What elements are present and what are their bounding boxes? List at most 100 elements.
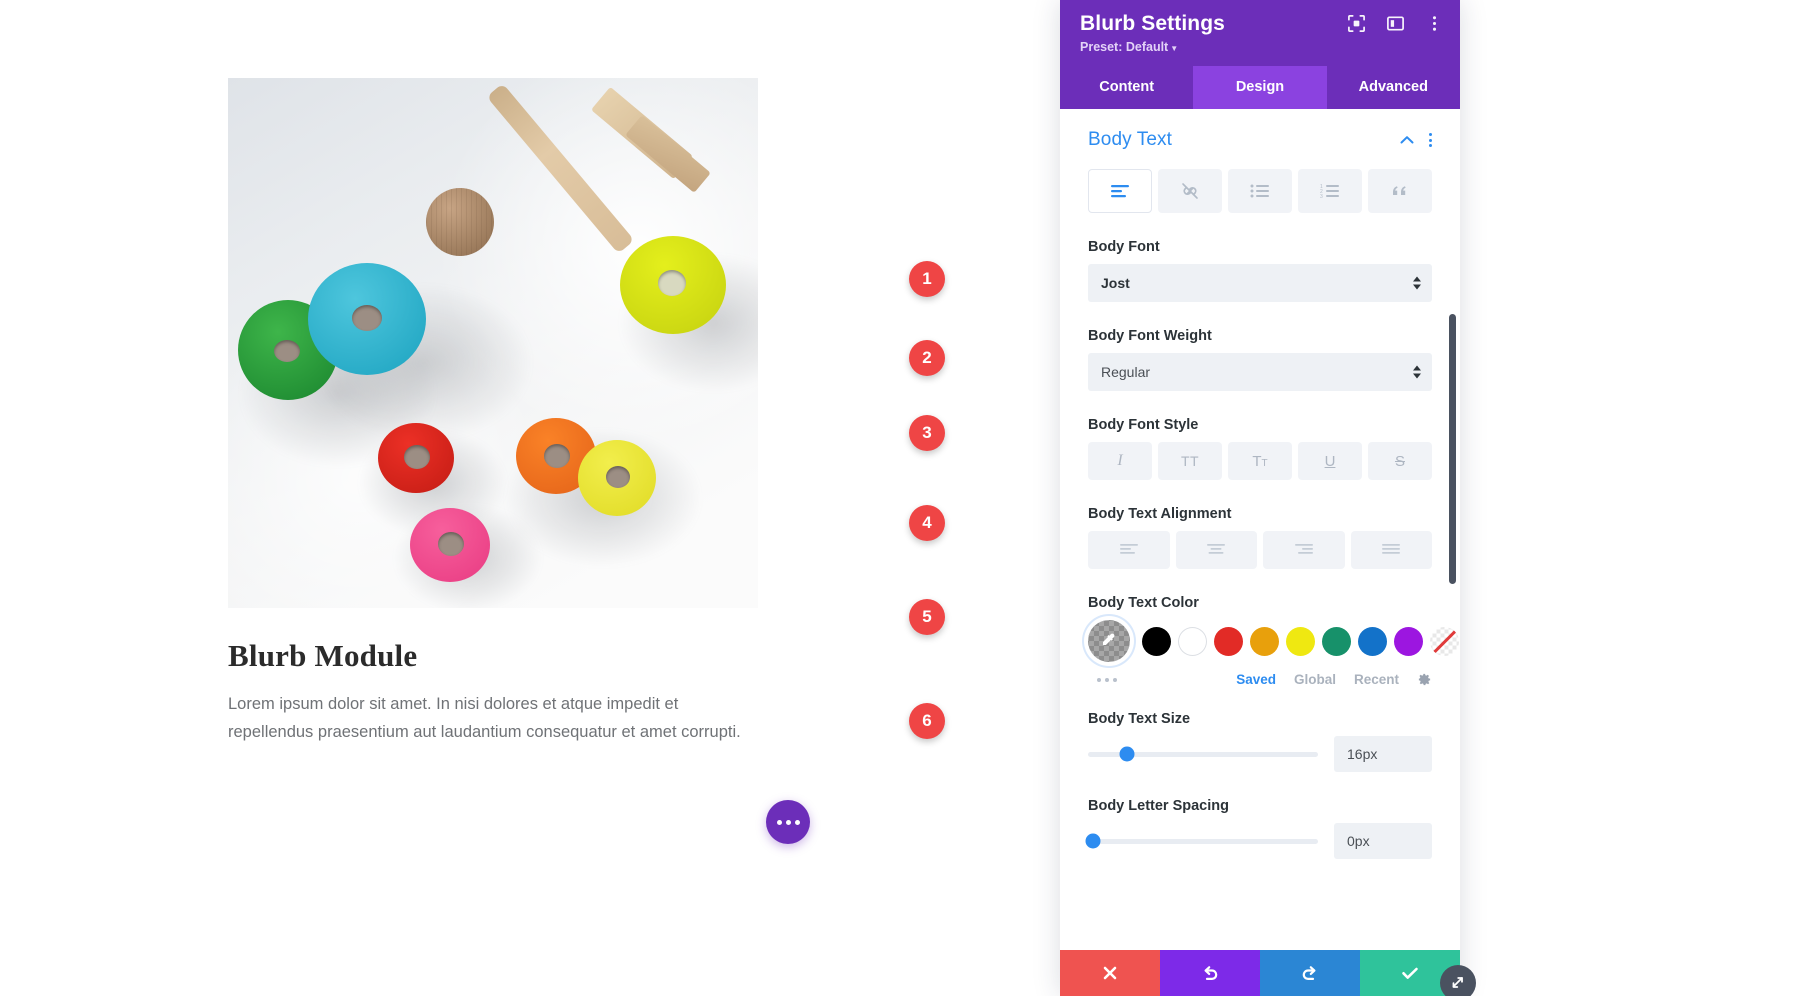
swatch-yellow[interactable] (1286, 626, 1315, 656)
module-settings-panel: Blurb Settings Preset: Default ▼ Content… (1060, 0, 1476, 996)
label-body-font-style: Body Font Style (1088, 417, 1199, 433)
ring-hole (544, 444, 570, 468)
swatch-black[interactable] (1142, 626, 1171, 656)
page-settings-fab[interactable] (766, 800, 810, 844)
eyedropper-icon (1103, 633, 1115, 645)
font-style-italic-button[interactable]: I (1088, 442, 1152, 480)
vertical-dots-icon[interactable] (1425, 14, 1444, 33)
ordered-list-icon: 1 2 3 (1320, 184, 1339, 198)
palette-tab-recent[interactable]: Recent (1354, 672, 1399, 687)
gear-icon[interactable] (1417, 672, 1432, 687)
palette-tab-global[interactable]: Global (1294, 672, 1336, 687)
slider-knob[interactable] (1085, 833, 1101, 849)
body-text-size-slider[interactable] (1088, 746, 1318, 762)
toy-ring-pink (410, 508, 490, 582)
preset-selector[interactable]: Preset: Default ▼ (1080, 40, 1178, 54)
font-style-underline-button[interactable]: U (1298, 442, 1362, 480)
swatch-green[interactable] (1322, 626, 1351, 656)
underline-icon: U (1324, 452, 1336, 470)
blurb-module[interactable]: Blurb Module Lorem ipsum dolor sit amet.… (228, 78, 758, 746)
panel-header-icons (1347, 14, 1444, 33)
callout-badge-3: 3 (909, 415, 945, 451)
close-settings-button[interactable] (1060, 950, 1160, 996)
toggle-unordered-list[interactable] (1228, 169, 1292, 213)
align-justify-icon (1382, 544, 1401, 554)
body-text-alignment-options (1088, 531, 1432, 569)
toggle-ordered-list[interactable]: 1 2 3 (1298, 169, 1362, 213)
body-font-select[interactable]: Jost (1088, 264, 1432, 302)
callout-badge-1: 1 (909, 261, 945, 297)
section-menu-icon[interactable] (1429, 133, 1432, 147)
paragraph-text-icon (1111, 185, 1129, 198)
ring-hole (404, 445, 430, 469)
stepper-icon (1413, 276, 1421, 290)
link-icon (1182, 183, 1198, 199)
toy-ring-yellow-small (578, 440, 656, 516)
callout-badge-5: 5 (909, 599, 945, 635)
tab-advanced[interactable]: Advanced (1327, 66, 1460, 109)
align-right-button[interactable] (1263, 531, 1345, 569)
body-font-weight-value: Regular (1101, 364, 1151, 380)
callout-badge-6: 6 (909, 703, 945, 739)
align-left-button[interactable] (1088, 531, 1170, 569)
ring-hole (274, 340, 300, 362)
redo-button[interactable] (1260, 950, 1360, 996)
dot (785, 819, 791, 825)
unordered-list-icon (1250, 184, 1269, 198)
more-colors-icon[interactable] (1088, 677, 1117, 682)
panel-action-bar (1060, 950, 1476, 996)
ring-hole (438, 532, 464, 556)
swatch-red[interactable] (1214, 626, 1243, 656)
align-left-icon (1119, 544, 1138, 554)
body-letter-spacing-control: 0px (1085, 823, 1432, 859)
layout-panel-icon[interactable] (1386, 14, 1405, 33)
swatch-orange[interactable] (1250, 626, 1279, 656)
swatch-purple[interactable] (1394, 626, 1423, 656)
font-style-strikethrough-button[interactable]: S (1368, 442, 1432, 480)
font-style-uppercase-button[interactable]: TT (1158, 442, 1222, 480)
tab-content[interactable]: Content (1060, 66, 1193, 109)
body-text-size-control: 16px (1088, 736, 1432, 772)
focus-icon[interactable] (1347, 14, 1366, 33)
dot (794, 819, 800, 825)
toggle-link[interactable] (1158, 169, 1222, 213)
uppercase-icon: TT (1180, 453, 1200, 469)
ring-hole (658, 270, 686, 296)
chevron-up-icon[interactable] (1399, 132, 1415, 148)
swatch-none[interactable] (1430, 626, 1459, 656)
slider-knob[interactable] (1119, 746, 1135, 762)
panel-header: Blurb Settings Preset: Default ▼ (1060, 0, 1460, 66)
font-style-smallcaps-button[interactable]: TT (1228, 442, 1292, 480)
swatch-blue[interactable] (1358, 626, 1387, 656)
align-center-button[interactable] (1175, 531, 1257, 569)
align-justify-button[interactable] (1350, 531, 1432, 569)
palette-tabs: Saved Global Recent (1236, 672, 1432, 687)
toggle-paragraph-text[interactable] (1088, 169, 1152, 213)
blurb-title: Blurb Module (228, 638, 418, 673)
swatch-white[interactable] (1178, 626, 1207, 656)
dot (776, 819, 782, 825)
svg-text:3: 3 (1320, 194, 1323, 198)
stepper-icon (1413, 365, 1421, 379)
section-actions (1399, 132, 1432, 148)
toy-ring-teal (308, 263, 426, 375)
eyedropper-swatch-button[interactable] (1088, 620, 1130, 662)
body-letter-spacing-slider[interactable] (1085, 833, 1318, 849)
align-right-icon (1294, 544, 1313, 554)
label-body-letter-spacing: Body Letter Spacing (1088, 798, 1229, 814)
color-swatch-row (1088, 620, 1459, 662)
blurb-image[interactable] (228, 78, 758, 608)
body-letter-spacing-value[interactable]: 0px (1334, 823, 1432, 859)
panel-resize-handle[interactable] (1440, 965, 1476, 996)
label-body-text-color: Body Text Color (1088, 595, 1199, 611)
undo-button[interactable] (1160, 950, 1260, 996)
small-caps-icon: TT (1252, 452, 1268, 470)
tab-design[interactable]: Design (1193, 66, 1327, 109)
panel-scrollbar[interactable] (1449, 314, 1456, 584)
palette-tab-saved[interactable]: Saved (1236, 672, 1276, 687)
blockquote-icon (1393, 186, 1406, 195)
redo-arrow-icon (1302, 966, 1316, 980)
body-text-size-value[interactable]: 16px (1334, 736, 1432, 772)
body-font-weight-select[interactable]: Regular (1088, 353, 1432, 391)
toggle-blockquote[interactable] (1368, 169, 1432, 213)
